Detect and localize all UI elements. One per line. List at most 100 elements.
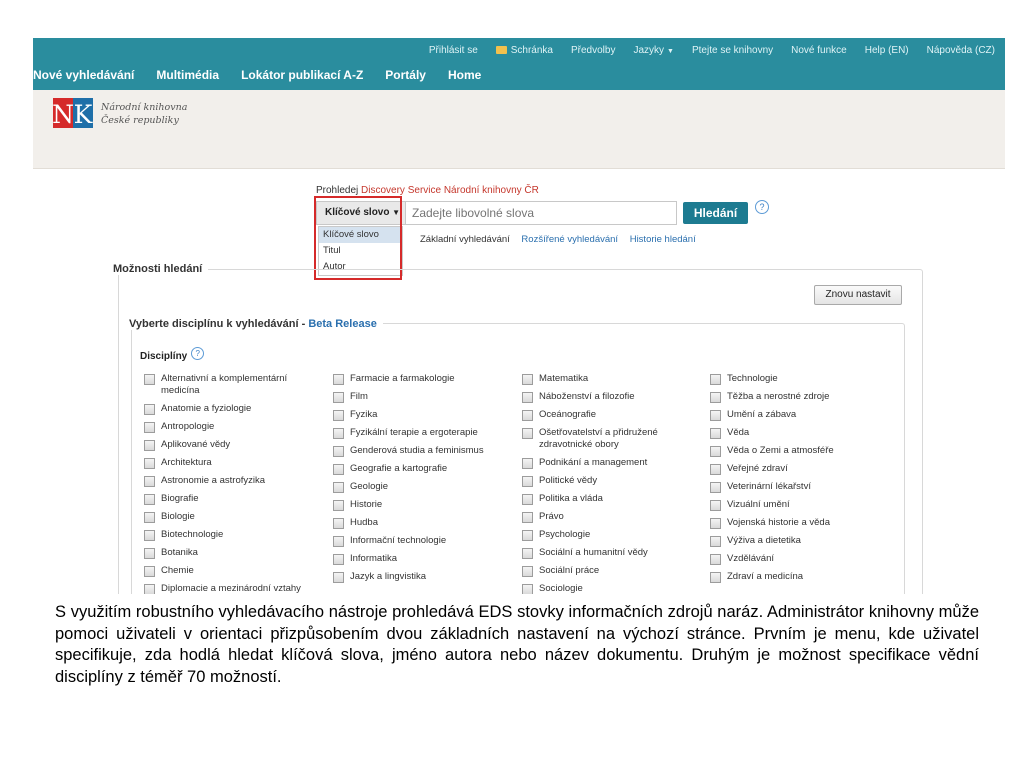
discipline-item[interactable]: Technologie: [710, 373, 890, 385]
login-link[interactable]: Přihlásit se: [429, 45, 478, 56]
discipline-item[interactable]: Biotechnologie: [144, 529, 319, 541]
discipline-checkbox[interactable]: [144, 440, 155, 451]
discipline-checkbox[interactable]: [522, 428, 533, 439]
discipline-checkbox[interactable]: [144, 476, 155, 487]
discipline-item[interactable]: Fyzika: [333, 409, 513, 421]
discipline-checkbox[interactable]: [333, 392, 344, 403]
beta-release-link[interactable]: Beta Release: [308, 318, 377, 330]
discipline-checkbox[interactable]: [522, 512, 533, 523]
discipline-checkbox[interactable]: [333, 482, 344, 493]
discipline-item[interactable]: Architektura: [144, 457, 319, 469]
discipline-item[interactable]: Biografie: [144, 493, 319, 505]
discipline-item[interactable]: Farmacie a farmakologie: [333, 373, 513, 385]
discipline-checkbox[interactable]: [710, 374, 721, 385]
discipline-item[interactable]: Antropologie: [144, 421, 319, 433]
discipline-item[interactable]: Geologie: [333, 481, 513, 493]
discipline-item[interactable]: Veřejné zdraví: [710, 463, 890, 475]
discipline-checkbox[interactable]: [144, 404, 155, 415]
nav-home[interactable]: Home: [448, 68, 481, 82]
discipline-checkbox[interactable]: [522, 410, 533, 421]
nav-new-search[interactable]: Nové vyhledávání: [33, 68, 134, 82]
discipline-checkbox[interactable]: [710, 428, 721, 439]
discipline-item[interactable]: Informatika: [333, 553, 513, 565]
discipline-item[interactable]: Oceánografie: [522, 409, 692, 421]
discipline-checkbox[interactable]: [333, 572, 344, 583]
discipline-checkbox[interactable]: [710, 392, 721, 403]
discipline-item[interactable]: Historie: [333, 499, 513, 511]
discipline-item[interactable]: Vojenská historie a věda: [710, 517, 890, 529]
search-history-link[interactable]: Historie hledání: [630, 234, 696, 245]
discipline-item[interactable]: Sociální práce: [522, 565, 692, 577]
discipline-item[interactable]: Vzdělávání: [710, 553, 890, 565]
discipline-checkbox[interactable]: [710, 536, 721, 547]
discipline-checkbox[interactable]: [333, 428, 344, 439]
discipline-checkbox[interactable]: [144, 494, 155, 505]
discipline-checkbox[interactable]: [522, 392, 533, 403]
discipline-checkbox[interactable]: [710, 446, 721, 457]
discipline-checkbox[interactable]: [710, 464, 721, 475]
discipline-checkbox[interactable]: [144, 458, 155, 469]
discipline-checkbox[interactable]: [522, 548, 533, 559]
discipline-item[interactable]: Umění a zábava: [710, 409, 890, 421]
discipline-checkbox[interactable]: [333, 374, 344, 385]
discipline-checkbox[interactable]: [522, 566, 533, 577]
discipline-item[interactable]: Těžba a nerostné zdroje: [710, 391, 890, 403]
basic-search-link[interactable]: Základní vyhledávání: [420, 234, 510, 245]
discipline-checkbox[interactable]: [144, 512, 155, 523]
help-icon[interactable]: ?: [191, 347, 205, 360]
discipline-item[interactable]: Politické vědy: [522, 475, 692, 487]
discipline-checkbox[interactable]: [333, 446, 344, 457]
discipline-item[interactable]: Chemie: [144, 565, 319, 577]
discipline-item[interactable]: Film: [333, 391, 513, 403]
reset-button[interactable]: Znovu nastavit: [814, 285, 902, 305]
discipline-item[interactable]: Sociální a humanitní vědy: [522, 547, 692, 559]
discipline-item[interactable]: Politika a vláda: [522, 493, 692, 505]
discipline-checkbox[interactable]: [333, 518, 344, 529]
discipline-item[interactable]: Anatomie a fyziologie: [144, 403, 319, 415]
search-button[interactable]: Hledání: [683, 202, 748, 224]
discipline-checkbox[interactable]: [710, 482, 721, 493]
discipline-item[interactable]: Náboženství a filozofie: [522, 391, 692, 403]
discipline-item[interactable]: Výživa a dietetika: [710, 535, 890, 547]
discipline-item[interactable]: Právo: [522, 511, 692, 523]
discipline-checkbox[interactable]: [522, 494, 533, 505]
discipline-checkbox[interactable]: [710, 518, 721, 529]
discipline-checkbox[interactable]: [710, 500, 721, 511]
discipline-checkbox[interactable]: [144, 566, 155, 577]
discipline-item[interactable]: Alternativní a komplementární medicína: [144, 373, 319, 397]
help-cz-link[interactable]: Nápověda (CZ): [927, 45, 995, 56]
discipline-item[interactable]: Astronomie a astrofyzika: [144, 475, 319, 487]
discipline-item[interactable]: Diplomacie a mezinárodní vztahy: [144, 583, 319, 594]
discipline-item[interactable]: Veterinární lékařství: [710, 481, 890, 493]
discipline-checkbox[interactable]: [710, 572, 721, 583]
discipline-item[interactable]: Zdraví a medicína: [710, 571, 890, 583]
discipline-item[interactable]: Věda: [710, 427, 890, 439]
discipline-checkbox[interactable]: [333, 410, 344, 421]
discipline-checkbox[interactable]: [522, 458, 533, 469]
discipline-item[interactable]: Jazyk a lingvistika: [333, 571, 513, 583]
discipline-item[interactable]: Matematika: [522, 373, 692, 385]
discipline-checkbox[interactable]: [144, 584, 155, 594]
discipline-item[interactable]: Ošetřovatelství a přidružené zdravotnick…: [522, 427, 692, 451]
discipline-item[interactable]: Věda o Zemi a atmosféře: [710, 445, 890, 457]
nav-portals[interactable]: Portály: [385, 68, 426, 82]
advanced-search-link[interactable]: Rozšířené vyhledávání: [521, 234, 618, 245]
discipline-item[interactable]: Geografie a kartografie: [333, 463, 513, 475]
help-en-link[interactable]: Help (EN): [865, 45, 909, 56]
discipline-checkbox[interactable]: [144, 374, 155, 385]
new-features-link[interactable]: Nové funkce: [791, 45, 847, 56]
languages-link[interactable]: Jazyky ▼: [633, 45, 674, 56]
discipline-checkbox[interactable]: [144, 422, 155, 433]
discipline-checkbox[interactable]: [522, 476, 533, 487]
discipline-item[interactable]: Psychologie: [522, 529, 692, 541]
discipline-checkbox[interactable]: [522, 530, 533, 541]
discipline-item[interactable]: Genderová studia a feminismus: [333, 445, 513, 457]
discipline-item[interactable]: Sociologie: [522, 583, 692, 594]
discipline-checkbox[interactable]: [333, 500, 344, 511]
discipline-checkbox[interactable]: [522, 374, 533, 385]
help-icon[interactable]: ?: [755, 200, 769, 214]
discipline-checkbox[interactable]: [710, 410, 721, 421]
discipline-checkbox[interactable]: [144, 548, 155, 559]
discipline-checkbox[interactable]: [333, 536, 344, 547]
discipline-item[interactable]: Podnikání a management: [522, 457, 692, 469]
